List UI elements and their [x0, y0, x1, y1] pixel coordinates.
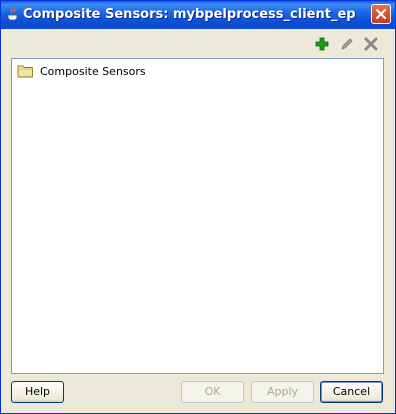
plus-icon[interactable]	[314, 36, 330, 52]
dialog-window: Composite Sensors: mybpelprocess_client_…	[0, 0, 396, 414]
cancel-button[interactable]: Cancel	[320, 381, 383, 403]
close-button[interactable]	[371, 4, 391, 24]
pencil-icon[interactable]	[339, 36, 355, 52]
sensor-tree[interactable]: Composite Sensors	[11, 58, 384, 374]
folder-icon	[17, 65, 33, 78]
tree-node-composite-sensors[interactable]: Composite Sensors	[17, 63, 146, 79]
tree-node-label: Composite Sensors	[40, 64, 146, 78]
help-button[interactable]: Help	[11, 381, 64, 403]
close-icon	[375, 8, 387, 20]
x-icon[interactable]	[363, 36, 379, 52]
java-cup-icon	[7, 7, 19, 21]
ok-button[interactable]: OK	[181, 381, 244, 403]
title-bar[interactable]: Composite Sensors: mybpelprocess_client_…	[1, 1, 395, 29]
dialog-title: Composite Sensors: mybpelprocess_client_…	[23, 7, 356, 22]
apply-button[interactable]: Apply	[251, 381, 314, 403]
